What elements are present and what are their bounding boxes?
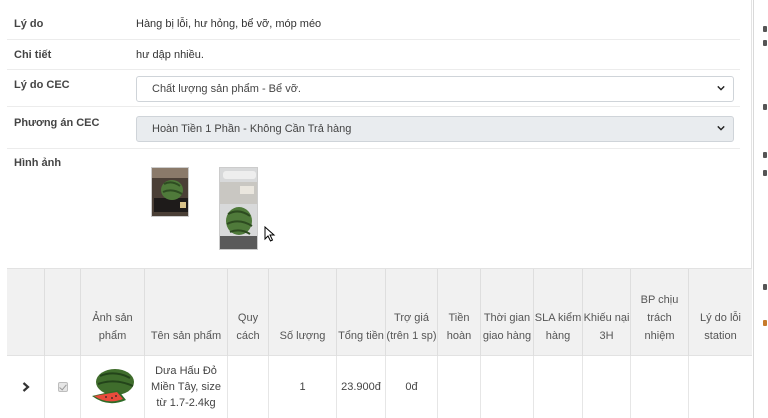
product-name-cell: Dưa Hấu Đỏ Miền Tây, size từ 1.7-2.4kg [145,356,228,418]
panel-edge-mark [763,284,767,290]
cec-reason-select-value: Chất lượng sản phẩm - Bể vỡ. [152,83,301,95]
expand-arrow-icon [22,382,30,392]
refund-cell [438,356,481,418]
reason-row: Lý do Hàng bị lỗi, hư hỏng, bể vỡ, móp m… [7,6,740,40]
cec-option-select-value: Hoàn Tiền 1 Phần - Không Cần Trả hàng [152,123,352,135]
station-reason-cell [689,356,752,418]
panel-edge-mark [763,104,767,110]
col-header-sla: SLA kiểm hàng [534,269,583,357]
watermelon-photo-2 [220,168,257,249]
sla-cell [534,356,583,418]
complaint-detail-panel: Lý do Hàng bị lỗi, hư hỏng, bể vỡ, móp m… [0,0,752,418]
product-image-cell [81,356,145,418]
select-column-header [45,269,81,357]
cec-option-select[interactable]: Hoàn Tiền 1 Phần - Không Cần Trả hàng [136,116,734,142]
col-header-refund: Tiền hoàn [438,269,481,357]
col-header-delivery-time: Thời gian giao hàng [481,269,534,357]
watermelon-photo-1 [152,168,188,216]
panel-edge-mark [763,320,767,326]
col-header-subsidy: Trợ giá (trên 1 sp) [386,269,438,357]
panel-edge-mark [763,40,767,46]
cec-reason-select[interactable]: Chất lượng sản phẩm - Bể vỡ. [136,76,734,102]
product-photo-thumbnail[interactable] [151,167,189,217]
reason-value: Hàng bị lỗi, hư hỏng, bể vỡ, móp méo [136,18,322,30]
col-header-responsible: BP chịu trách nhiệm [631,269,689,357]
col-header-qty: Số lượng [269,269,337,357]
chevron-down-icon [717,125,725,131]
panel-edge-mark [763,170,767,176]
delivery-time-cell [481,356,534,418]
expand-row-button[interactable] [7,356,45,418]
panel-edge-mark [763,152,767,158]
row-checkbox-cell [45,356,81,418]
col-header-name: Tên sản phẩm [145,269,228,357]
detail-row: Chi tiết hư dập nhiều. [7,40,740,70]
expand-column-header [7,269,45,357]
mouse-cursor-icon [264,226,276,242]
detail-value: hư dập nhiều. [136,49,204,61]
images-label: Hình ảnh [14,157,62,169]
col-header-total: Tổng tiền [337,269,386,357]
detail-label: Chi tiết [14,49,52,61]
checkbox-icon[interactable] [57,382,68,392]
panel-edge-mark [763,26,767,32]
product-photo-thumbnail[interactable] [219,167,258,250]
responsible-cell [631,356,689,418]
reason-label: Lý do [14,18,44,30]
watermelon-product-image [91,369,134,404]
cec-reason-label: Lý do CEC [14,79,70,91]
col-header-spec: Quy cách [228,269,269,357]
col-header-station-reason: Lý do lỗi station [700,312,741,342]
complaint-cell [583,356,631,418]
subsidy-cell: 0đ [386,356,438,418]
adjacent-panel-edge [753,0,768,418]
table-row: Dưa Hấu Đỏ Miền Tây, size từ 1.7-2.4kg 1… [7,356,752,418]
col-header-image: Ảnh sản phẩm [81,269,145,357]
product-spec-cell [228,356,269,418]
product-table-header: Ảnh sản phẩm Tên sản phẩm Quy cách Số lư… [7,268,752,357]
total-cell: 23.900đ [337,356,386,418]
col-header-complaint: Khiếu nại 3H [583,269,631,357]
chevron-down-icon [717,85,725,91]
quantity-cell: 1 [269,356,337,418]
cec-option-label: Phương án CEC [14,117,100,129]
